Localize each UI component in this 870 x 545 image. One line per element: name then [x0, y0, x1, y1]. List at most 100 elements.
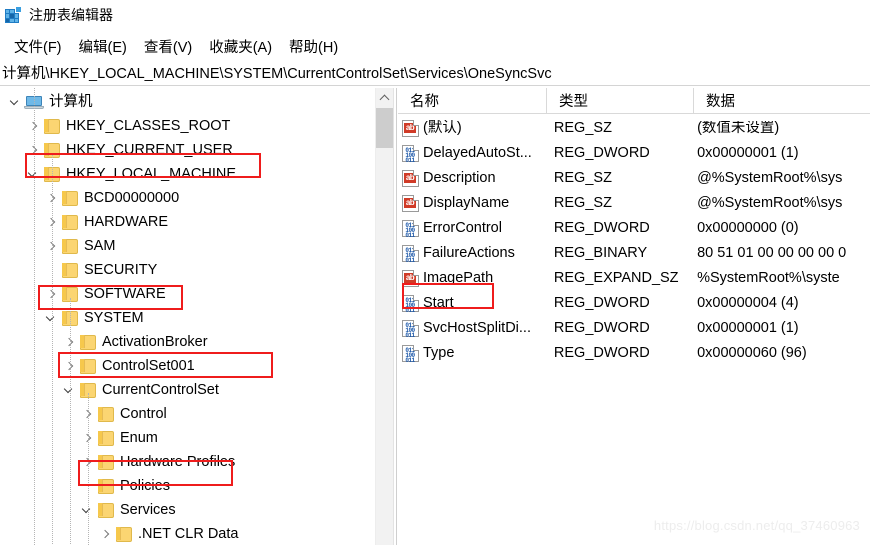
tree-item-label: HARDWARE [84, 213, 169, 230]
value-row[interactable]: ab ImagePath REG_EXPAND_SZ %SystemRoot%\sys… [398, 266, 870, 291]
value-name-cell[interactable]: ab (默认) [398, 120, 542, 137]
registry-values-panel[interactable]: 名称 类型 数据 ab (默认) REG_SZ (数值未设置) 011 100 011 Del… [398, 88, 870, 545]
folder-icon [96, 426, 116, 450]
value-row[interactable]: 011 100 011 FailureActions REG_BINARY 80 51 0… [398, 241, 870, 266]
value-name-label: Start [423, 295, 454, 312]
value-name-label: DisplayName [423, 195, 510, 212]
column-header-name[interactable]: 名称 [398, 88, 546, 114]
value-name-cell[interactable]: 011 100 011 Start [398, 295, 542, 312]
value-row[interactable]: 011 100 011 Type REG_DWORD 0x00000060 (96) [398, 341, 870, 366]
tree-item-hkey-classes-root[interactable]: HKEY_CLASSES_ROOT [0, 114, 375, 138]
tree-item-control[interactable]: Control [0, 402, 375, 426]
chevron-down-icon[interactable] [8, 90, 24, 114]
value-type-cell: REG_SZ [553, 171, 612, 186]
folder-icon [96, 450, 116, 474]
value-row[interactable]: 011 100 011 Start REG_DWORD 0x00000004 (4) [398, 291, 870, 316]
tree-item-hardware-profiles[interactable]: Hardware Profiles [0, 450, 375, 474]
folder-icon [60, 258, 80, 282]
tree-item-software[interactable]: SOFTWARE [0, 282, 375, 306]
string-value-icon: ab [402, 195, 419, 212]
address-bar[interactable]: 计算机\HKEY_LOCAL_MACHINE\SYSTEM\CurrentCon… [0, 60, 870, 86]
tree-item-net-clr-data[interactable]: .NET CLR Data [0, 522, 375, 545]
tree-guide-line [70, 298, 71, 545]
tree-item-label: .NET CLR Data [138, 525, 239, 542]
computer-icon [24, 90, 46, 114]
tree-item-label: SYSTEM [84, 309, 144, 326]
registry-editor-window: 注册表编辑器 文件(F) 编辑(E) 查看(V) 收藏夹(A) 帮助(H) 计算… [0, 0, 870, 545]
value-row[interactable]: 011 100 011 DelayedAutoSt... REG_DWORD 0x0000… [398, 141, 870, 166]
value-row[interactable]: ab Description REG_SZ @%SystemRoot%\sys [398, 166, 870, 191]
value-data-cell: 0x00000000 (0) [697, 221, 799, 236]
value-type-cell: REG_DWORD [553, 221, 650, 236]
menu-edit[interactable]: 编辑(E) [71, 34, 136, 59]
value-name-cell[interactable]: ab ImagePath [398, 270, 542, 287]
title-bar: 注册表编辑器 [0, 0, 870, 30]
tree-item-security[interactable]: SECURITY [0, 258, 375, 282]
string-value-icon: ab [402, 120, 419, 137]
column-header-type[interactable]: 类型 [546, 88, 693, 114]
value-name-cell[interactable]: 011 100 011 SvcHostSplitDi... [398, 320, 542, 337]
scroll-up-arrow-icon[interactable] [376, 88, 393, 106]
tree-item-label: HKEY_CLASSES_ROOT [66, 117, 231, 134]
value-row[interactable]: ab DisplayName REG_SZ @%SystemRoot%\sys [398, 191, 870, 216]
tree-item-currentcontrolset[interactable]: CurrentControlSet [0, 378, 375, 402]
tree-guide-line [34, 88, 35, 545]
tree-item-[interactable]: 计算机 [0, 90, 375, 114]
folder-icon [96, 474, 116, 498]
values-list[interactable]: ab (默认) REG_SZ (数值未设置) 011 100 011 DelayedAutoS… [398, 114, 870, 366]
folder-icon [114, 522, 134, 545]
tree-item-label: Enum [120, 429, 158, 446]
tree-item-bcd00000000[interactable]: BCD00000000 [0, 186, 375, 210]
tree-item-hardware[interactable]: HARDWARE [0, 210, 375, 234]
value-type-cell: REG_EXPAND_SZ [553, 271, 679, 286]
menu-view[interactable]: 查看(V) [136, 34, 201, 59]
scrollbar-thumb[interactable] [376, 108, 393, 148]
tree-item-label: Services [120, 501, 176, 518]
value-row[interactable]: ab (默认) REG_SZ (数值未设置) [398, 116, 870, 141]
value-data-cell: 0x00000001 (1) [697, 146, 799, 161]
dword-value-icon: 011 100 011 [402, 320, 419, 337]
value-name-cell[interactable]: ab DisplayName [398, 195, 542, 212]
menu-file[interactable]: 文件(F) [6, 34, 71, 59]
registry-tree-panel[interactable]: 计算机 HKEY_CLASSES_ROOT HKEY_CURRENT_USER HKE… [0, 88, 393, 545]
tree-item-services[interactable]: Services [0, 498, 375, 522]
tree-item-controlset001[interactable]: ControlSet001 [0, 354, 375, 378]
tree-item-activationbroker[interactable]: ActivationBroker [0, 330, 375, 354]
folder-icon [60, 234, 80, 258]
registry-editor-icon [4, 6, 22, 24]
value-type-cell: REG_DWORD [553, 321, 650, 336]
tree-item-label: SOFTWARE [84, 285, 166, 302]
chevron-right-icon[interactable] [98, 522, 114, 545]
tree-item-system[interactable]: SYSTEM [0, 306, 375, 330]
tree-item-label: SECURITY [84, 261, 158, 278]
window-title: 注册表编辑器 [29, 7, 113, 23]
value-name-label: ErrorControl [423, 220, 502, 237]
value-name-cell[interactable]: 011 100 011 Type [398, 345, 542, 362]
value-type-cell: REG_DWORD [553, 296, 650, 311]
value-name-label: SvcHostSplitDi... [423, 320, 531, 337]
menu-help[interactable]: 帮助(H) [281, 34, 347, 59]
value-name-cell[interactable]: ab Description [398, 170, 542, 187]
registry-tree[interactable]: 计算机 HKEY_CLASSES_ROOT HKEY_CURRENT_USER HKE… [0, 88, 375, 545]
tree-item-label: HKEY_CURRENT_USER [66, 141, 233, 158]
value-row[interactable]: 011 100 011 ErrorControl REG_DWORD 0x00000000… [398, 216, 870, 241]
value-name-label: Type [423, 345, 455, 362]
address-path[interactable]: 计算机\HKEY_LOCAL_MACHINE\SYSTEM\CurrentCon… [0, 62, 552, 83]
value-name-cell[interactable]: 011 100 011 DelayedAutoSt... [398, 145, 542, 162]
tree-item-hkey-current-user[interactable]: HKEY_CURRENT_USER [0, 138, 375, 162]
tree-scrollbar[interactable] [375, 88, 393, 545]
column-header-data[interactable]: 数据 [693, 88, 870, 114]
tree-item-enum[interactable]: Enum [0, 426, 375, 450]
panel-splitter[interactable] [393, 88, 397, 545]
value-name-cell[interactable]: 011 100 011 ErrorControl [398, 220, 542, 237]
value-data-cell: 80 51 01 00 00 00 00 0 [697, 246, 847, 261]
tree-item-sam[interactable]: SAM [0, 234, 375, 258]
tree-item-hkey-local-machine[interactable]: HKEY_LOCAL_MACHINE [0, 162, 375, 186]
value-name-label: (默认) [423, 120, 462, 137]
tree-item-label: HKEY_LOCAL_MACHINE [66, 165, 237, 182]
dword-value-icon: 011 100 011 [402, 295, 419, 312]
tree-item-policies[interactable]: Policies [0, 474, 375, 498]
menu-favorites[interactable]: 收藏夹(A) [201, 34, 281, 59]
value-name-cell[interactable]: 011 100 011 FailureActions [398, 245, 542, 262]
value-row[interactable]: 011 100 011 SvcHostSplitDi... REG_DWORD 0x000… [398, 316, 870, 341]
